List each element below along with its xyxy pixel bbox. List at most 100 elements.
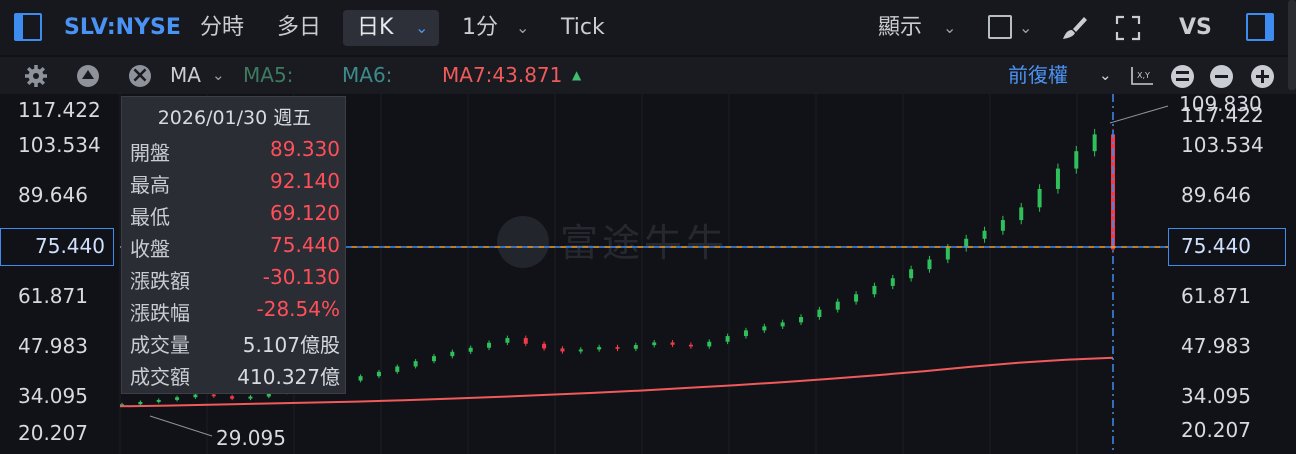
low-callout-leader bbox=[149, 415, 213, 437]
tooltip-value: 92.140 bbox=[270, 169, 340, 193]
candle-body bbox=[872, 285, 877, 295]
candle-body bbox=[413, 361, 418, 367]
chevron-down-icon[interactable]: ⌄ bbox=[516, 0, 529, 55]
tooltip-row-open: 開盤 89.330 bbox=[130, 137, 340, 169]
up-arrow-icon: ▲ bbox=[572, 68, 582, 82]
candle-body bbox=[1055, 168, 1060, 189]
ma6-value: MA6: bbox=[342, 63, 393, 87]
candle-body bbox=[909, 269, 914, 279]
tab-intraday[interactable]: 分時 bbox=[200, 0, 244, 55]
candle-body bbox=[487, 342, 492, 348]
candle-body bbox=[633, 345, 638, 349]
y-tick-left: 61.871 bbox=[18, 284, 88, 308]
candle-body bbox=[468, 347, 473, 352]
candle-body bbox=[780, 322, 785, 327]
axis-scale-icon[interactable]: X,Y bbox=[1130, 66, 1154, 86]
price-adjust-select[interactable]: 前復權 bbox=[1008, 57, 1068, 94]
chart-area[interactable]: 富途牛牛 117.422 103.534 89.646 75.440 61.87… bbox=[0, 92, 1296, 454]
y-tick-left: 34.095 bbox=[18, 384, 88, 408]
y-tick-left: 89.646 bbox=[18, 183, 88, 207]
tooltip-label: 漲跌幅 bbox=[130, 301, 190, 325]
y-tick-right: 34.095 bbox=[1181, 384, 1251, 408]
candle-body bbox=[1037, 188, 1042, 208]
tooltip-value: -30.130 bbox=[262, 265, 340, 289]
tab-daily-k[interactable]: 日K ⌄ bbox=[343, 10, 439, 46]
y-tick-right: 103.534 bbox=[1181, 133, 1264, 157]
y-tick-right: 89.646 bbox=[1181, 183, 1251, 207]
expand-icon[interactable] bbox=[1115, 15, 1141, 41]
tooltip-value: 410.327億 bbox=[237, 365, 340, 389]
ma7-value: MA7:43.871 bbox=[442, 63, 563, 87]
tooltip-row-change: 漲跌額 -30.130 bbox=[130, 265, 340, 297]
tab-1min[interactable]: 1分 bbox=[462, 0, 498, 55]
candle-body bbox=[505, 338, 510, 343]
gear-icon[interactable] bbox=[24, 64, 48, 88]
candle-body bbox=[431, 356, 436, 362]
zoom-in-icon[interactable] bbox=[1251, 65, 1274, 88]
tooltip-label: 收盤 bbox=[130, 237, 170, 261]
symbol-label[interactable]: SLV:NYSE bbox=[64, 0, 181, 55]
panel-right-icon[interactable] bbox=[1246, 13, 1274, 41]
ohlc-tooltip: 2026/01/30 週五 開盤 89.330 最高 92.140 最低 69.… bbox=[121, 96, 346, 394]
tab-daily-k-label: 日K bbox=[357, 15, 394, 40]
tooltip-label: 成交額 bbox=[130, 365, 190, 389]
candle-body bbox=[982, 230, 987, 239]
candle-body bbox=[688, 344, 693, 347]
display-menu[interactable]: 顯示 bbox=[878, 0, 922, 55]
low-price-callout: 29.095 bbox=[216, 426, 286, 450]
tooltip-value: 89.330 bbox=[270, 137, 340, 161]
top-toolbar: SLV:NYSE 分時 多日 日K ⌄ 1分 ⌄ Tick 顯示 ⌄ ⌄ VS bbox=[0, 0, 1296, 55]
tooltip-value: 69.120 bbox=[270, 201, 340, 225]
equal-icon[interactable] bbox=[1171, 65, 1194, 88]
candle-body bbox=[560, 348, 565, 352]
candle-body bbox=[358, 376, 363, 381]
square-icon[interactable] bbox=[988, 15, 1012, 39]
tooltip-label: 開盤 bbox=[130, 141, 170, 165]
indicator-bar: MA ⌄ MA5: MA6: MA7:43.871 ▲ 前復權 ⌄ X,Y bbox=[0, 57, 1296, 94]
panel-left-icon[interactable] bbox=[14, 13, 42, 41]
tooltip-label: 最低 bbox=[130, 205, 170, 229]
ma5-value: MA5: bbox=[243, 63, 294, 87]
chevron-down-icon[interactable]: ⌄ bbox=[1099, 57, 1112, 94]
zoom-out-icon[interactable] bbox=[1210, 65, 1233, 88]
vs-button[interactable]: VS bbox=[1179, 0, 1212, 55]
brush-icon[interactable] bbox=[1060, 15, 1088, 41]
candle-body bbox=[450, 351, 455, 357]
chevron-down-icon[interactable]: ⌄ bbox=[212, 57, 225, 94]
y-tick-right: 47.983 bbox=[1181, 334, 1251, 358]
y-tick-left: 103.534 bbox=[18, 133, 101, 157]
collapse-up-icon[interactable] bbox=[77, 65, 99, 87]
candle-body bbox=[395, 366, 400, 372]
y-tick-left: 20.207 bbox=[18, 421, 88, 445]
candle-body bbox=[707, 341, 712, 347]
chevron-down-icon: ⌄ bbox=[415, 18, 429, 37]
candle-body bbox=[725, 336, 730, 342]
candle-body bbox=[175, 397, 180, 400]
candle-body bbox=[817, 309, 822, 318]
candle-body bbox=[1019, 207, 1024, 221]
candle-body bbox=[1000, 220, 1005, 231]
tooltip-row-low: 最低 69.120 bbox=[130, 201, 340, 233]
chevron-down-icon[interactable]: ⌄ bbox=[1019, 0, 1032, 55]
tab-tick[interactable]: Tick bbox=[561, 0, 605, 55]
candle-body bbox=[138, 401, 143, 405]
tooltip-row-close: 收盤 75.440 bbox=[130, 233, 340, 265]
candle-body bbox=[854, 294, 859, 302]
candle-body bbox=[597, 347, 602, 350]
ma-select[interactable]: MA bbox=[170, 57, 201, 94]
tooltip-date: 2026/01/30 週五 bbox=[157, 107, 312, 129]
close-icon[interactable] bbox=[129, 58, 151, 94]
candle-body bbox=[211, 394, 216, 397]
tab-multiday[interactable]: 多日 bbox=[277, 0, 321, 55]
chevron-down-icon[interactable]: ⌄ bbox=[943, 0, 956, 55]
svg-text:X,Y: X,Y bbox=[1137, 71, 1150, 80]
scrollbar[interactable] bbox=[1288, 0, 1296, 90]
candle-body bbox=[542, 343, 547, 349]
high-callout-leader bbox=[1109, 105, 1169, 124]
tooltip-row-turnover: 成交額 410.327億 bbox=[130, 361, 340, 393]
candle-body bbox=[762, 326, 767, 331]
candle-body bbox=[1074, 151, 1079, 169]
crosshair-price-right: 75.440 bbox=[1168, 228, 1286, 266]
y-tick-left: 117.422 bbox=[18, 98, 101, 122]
candle-body bbox=[156, 399, 161, 402]
